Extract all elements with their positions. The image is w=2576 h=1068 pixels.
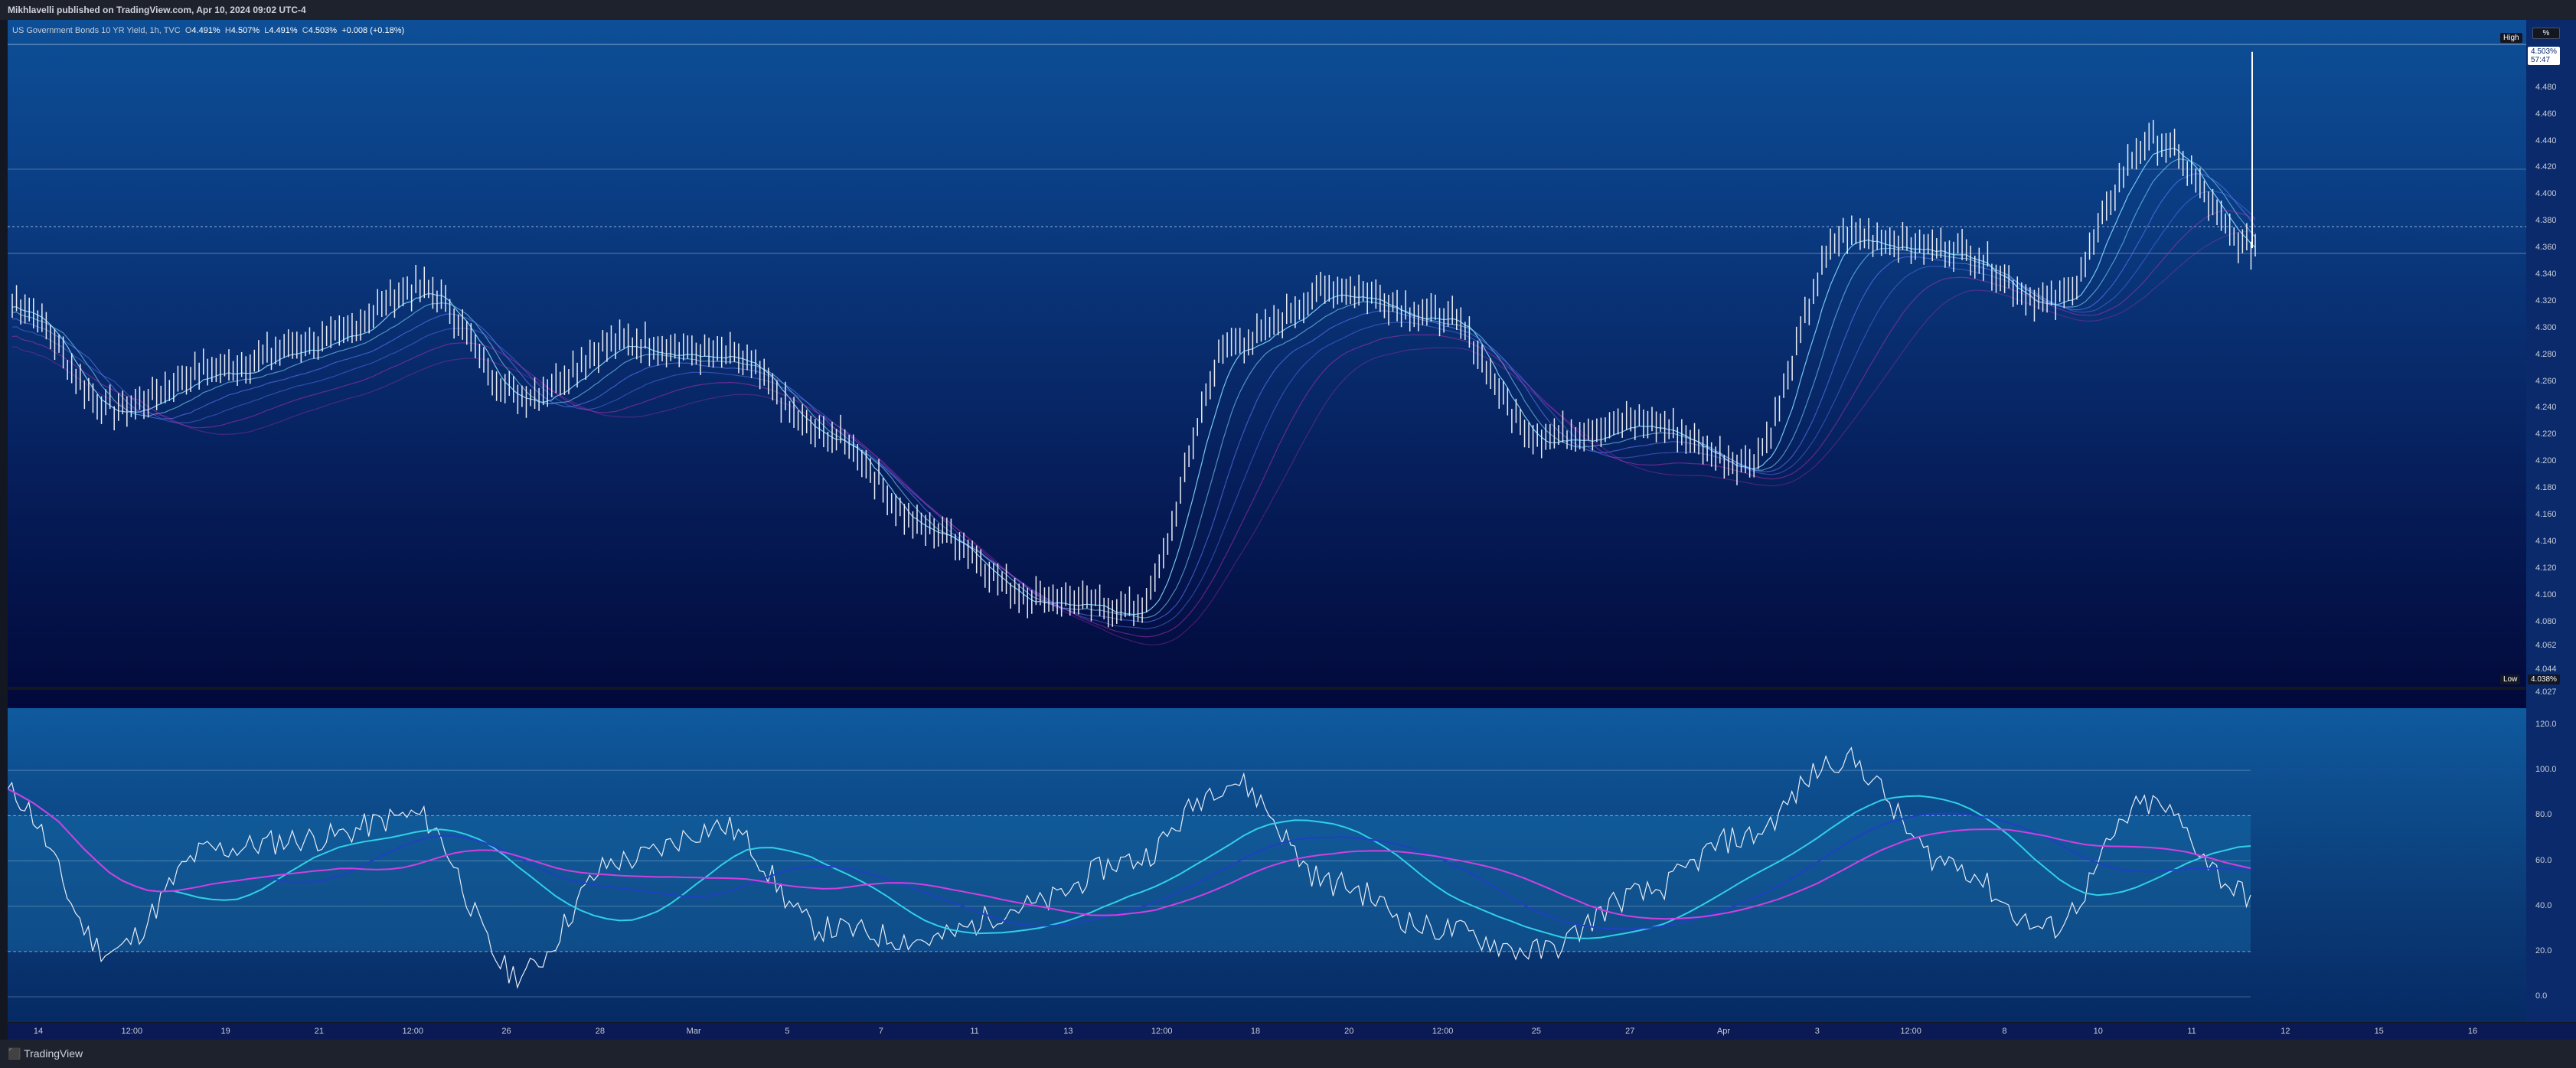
time-axis-label: 14 [33, 1027, 44, 1036]
time-axis-label: 8 [2002, 1027, 2007, 1036]
price-axis-label: 4.440 [2535, 136, 2557, 145]
time-axis-label: 12:00 [1900, 1027, 1921, 1036]
footer-bar: ⬛ TradingView [0, 1040, 2576, 1068]
oscillator-axis-label: 60.0 [2535, 855, 2552, 865]
price-axis-label: 4.340 [2535, 269, 2557, 279]
price-axis-label: 4.320 [2535, 296, 2557, 305]
price-axis-label: 4.120 [2535, 563, 2557, 573]
high-value: 4.507% [230, 26, 260, 35]
moving-average-ribbon-line [11, 230, 2256, 645]
price-chart-svg [8, 44, 2526, 645]
price-axis-label: 4.380 [2535, 216, 2557, 226]
price-axis-label: 4.240 [2535, 403, 2557, 413]
oscillator-axis-label: 0.0 [2535, 991, 2548, 1001]
oscillator-axis-label: 80.0 [2535, 810, 2552, 820]
time-axis-label: 25 [1531, 1027, 1542, 1036]
tv-icon: ⬛ [8, 1047, 21, 1060]
time-axis-label: 12 [2281, 1027, 2290, 1036]
moving-average-ribbon-line [11, 173, 2256, 623]
high-tag: High [2500, 33, 2522, 43]
symbol-legend: US Government Bonds 10 YR Yield, 1h, TVC… [12, 26, 405, 35]
price-axis-label: 4.300 [2535, 322, 2557, 332]
time-axis-label: 13 [1063, 1027, 1073, 1036]
low-value: 4.491% [269, 26, 298, 35]
price-axis-label: 4.480 [2535, 82, 2557, 92]
oscillator-band [8, 815, 2251, 952]
oscillator-chart-svg [8, 746, 2251, 998]
time-axis-label: 11 [2187, 1027, 2196, 1036]
time-axis-label: 11 [970, 1027, 979, 1036]
publish-header: Mikhlavelli published on TradingView.com… [0, 0, 2576, 20]
oscillator-axis[interactable]: 120.0 100.0 80.0 60.0 40.0 20.0 0.0 [2526, 708, 2576, 1022]
moving-average-ribbon-line [11, 210, 2256, 638]
price-axis-label: 4.460 [2535, 109, 2557, 119]
time-axis-label: 16 [2467, 1027, 2478, 1036]
change-value: +0.008 (+0.18%) [341, 26, 405, 35]
time-axis[interactable]: 14 12:00 19 21 12:00 26 28 Mar 5 7 11 13 12:00 18 20 12… [8, 1023, 2576, 1040]
last-price-tag: 4.503% 57:47 [2528, 47, 2560, 65]
price-axis[interactable]: 4.480 4.460 4.440 4.420 4.400 4.380 4.360 4.340… [2500, 20, 2576, 708]
time-axis-label: 10 [2093, 1027, 2103, 1036]
price-axis-label: 4.027 [2535, 688, 2557, 697]
unit-toggle-button[interactable]: % [2532, 28, 2560, 39]
oscillator-axis-label: 20.0 [2535, 946, 2552, 955]
last-price: 4.503% [2531, 47, 2557, 56]
price-axis-label: 4.260 [2535, 376, 2557, 386]
price-axis-label: 4.140 [2535, 536, 2557, 546]
time-axis-label: 12:00 [1151, 1027, 1173, 1036]
price-axis-label: 4.200 [2535, 456, 2557, 466]
time-axis-label: 19 [220, 1027, 230, 1036]
price-axis-label: 4.080 [2535, 616, 2557, 626]
oscillator-axis-label: 120.0 [2535, 720, 2557, 729]
time-axis-label: 7 [878, 1027, 883, 1036]
time-axis-label: Apr [1716, 1027, 1731, 1036]
time-axis-label: 20 [1344, 1027, 1354, 1036]
oscillator-axis-label: 40.0 [2535, 900, 2552, 910]
time-axis-label: 15 [2374, 1027, 2384, 1036]
pane-divider[interactable] [0, 687, 2568, 690]
published-text: Mikhlavelli published on TradingView.com… [8, 5, 306, 15]
brand-name: TradingView [24, 1047, 83, 1060]
time-axis-label: 27 [1625, 1027, 1635, 1036]
chart-area[interactable] [8, 20, 2526, 1038]
time-axis-label: 18 [1250, 1027, 1261, 1036]
time-axis-label: 21 [314, 1027, 325, 1036]
price-axis-label: 4.100 [2535, 590, 2557, 599]
time-axis-label: 3 [1814, 1027, 1820, 1036]
price-axis-label: 4.220 [2535, 429, 2557, 439]
time-axis-label: 26 [501, 1027, 511, 1036]
bar-countdown: 57:47 [2531, 56, 2551, 64]
close-value: 4.503% [308, 26, 338, 35]
low-value-tag: 4.038% [2528, 674, 2560, 684]
price-axis-label: 4.360 [2535, 243, 2557, 253]
price-axis-label: 4.420 [2535, 162, 2557, 172]
open-value: 4.491% [191, 26, 220, 35]
price-axis-label: 4.400 [2535, 189, 2557, 199]
price-axis-label: 4.044 [2535, 665, 2557, 674]
time-axis-label: 12:00 [1432, 1027, 1454, 1036]
time-axis-label: Mar [686, 1027, 701, 1036]
price-axis-label: 4.160 [2535, 510, 2557, 519]
low-tag: Low [2500, 674, 2521, 684]
moving-average-ribbon-line [11, 158, 2256, 619]
price-axis-label: 4.062 [2535, 640, 2557, 650]
time-axis-label: 12:00 [402, 1027, 423, 1036]
tradingview-logo[interactable]: ⬛ TradingView [8, 1047, 83, 1060]
price-axis-label: 4.180 [2535, 483, 2557, 493]
time-axis-label: 5 [785, 1027, 790, 1036]
price-axis-label: 4.280 [2535, 349, 2557, 359]
moving-average-ribbon-line [11, 148, 2256, 616]
time-axis-label: 28 [595, 1027, 605, 1036]
time-axis-label: 12:00 [121, 1027, 143, 1036]
symbol-name: US Government Bonds 10 YR Yield, 1h, TVC [12, 26, 181, 35]
oscillator-axis-label: 100.0 [2535, 765, 2557, 775]
